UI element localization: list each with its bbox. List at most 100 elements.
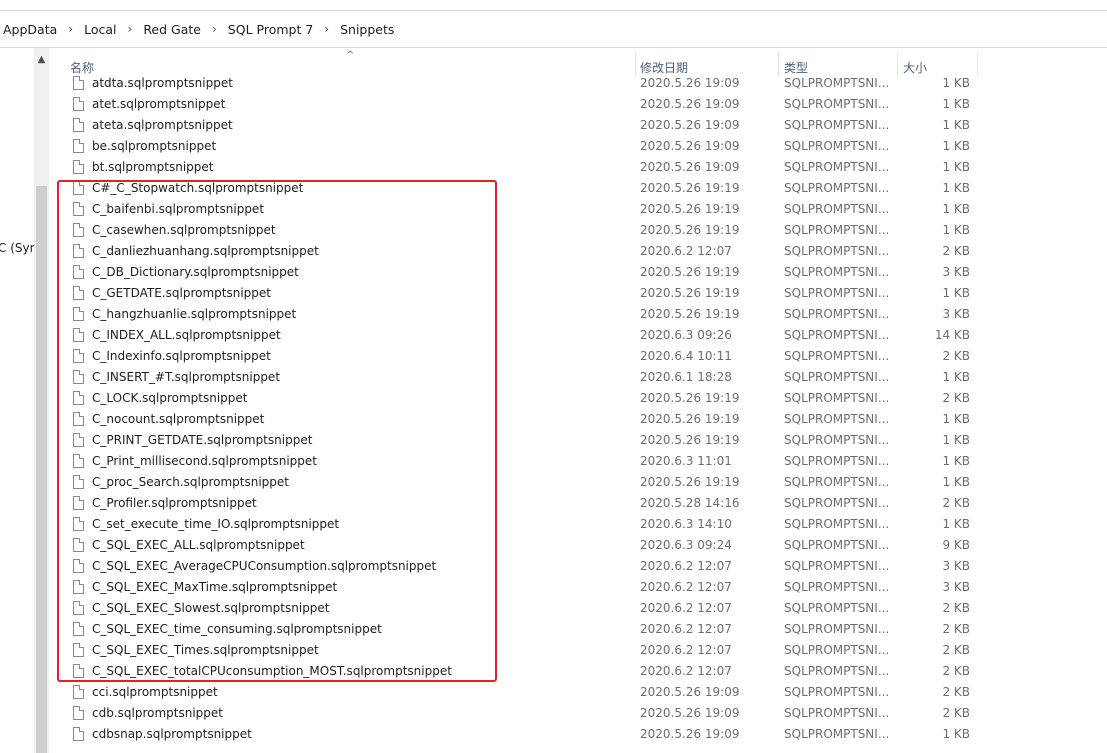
file-size: 1 KB [942, 97, 970, 111]
file-row[interactable]: ateta.sqlpromptsnippet 2020.5.26 19:09 SQL… [52, 115, 1107, 136]
file-row[interactable]: C_proc_Search.sqlpromptsnippet 2020.5.26 … [52, 472, 1107, 493]
file-name: C_nocount.sqlpromptsnippet [92, 412, 265, 426]
file-size: 1 KB [942, 370, 970, 384]
breadcrumb-local[interactable]: Local [84, 22, 116, 37]
file-row[interactable]: C_Profiler.sqlpromptsnippet 2020.5.28 14:… [52, 493, 1107, 514]
file-name: atdta.sqlpromptsnippet [92, 76, 233, 90]
file-type: SQLPROMPTSNI... [784, 307, 890, 321]
file-modified-date: 2020.5.26 19:19 [640, 223, 740, 237]
file-name: C_set_execute_time_IO.sqlpromptsnippet [92, 517, 340, 531]
file-icon [73, 412, 84, 426]
file-size: 1 KB [942, 412, 970, 426]
file-row[interactable]: C_INSERT_#T.sqlpromptsnippet 2020.6.1 18:… [52, 367, 1107, 388]
address-bar[interactable]: AppData › Local › Red Gate › SQL Prompt … [0, 10, 1107, 48]
file-icon [73, 160, 84, 174]
breadcrumb-chevron-icon[interactable]: › [68, 22, 73, 36]
breadcrumb-chevron-icon[interactable]: › [128, 22, 133, 36]
file-size: 1 KB [942, 160, 970, 174]
file-type: SQLPROMPTSNI... [784, 412, 890, 426]
file-type: SQLPROMPTSNI... [784, 727, 890, 741]
file-row[interactable]: C_GETDATE.sqlpromptsnippet 2020.5.26 19:1… [52, 283, 1107, 304]
file-icon [73, 349, 84, 363]
file-type: SQLPROMPTSNI... [784, 643, 890, 657]
file-type: SQLPROMPTSNI... [784, 517, 890, 531]
file-icon [73, 601, 84, 615]
file-modified-date: 2020.5.26 19:19 [640, 391, 740, 405]
file-row[interactable]: C_casewhen.sqlpromptsnippet 2020.5.26 19:… [52, 220, 1107, 241]
file-size: 2 KB [942, 349, 970, 363]
file-row[interactable]: cdbsnap.sqlpromptsnippet 2020.5.26 19:09 S… [52, 724, 1107, 745]
file-name: C_SQL_EXEC_ALL.sqlpromptsnippet [92, 538, 305, 552]
file-modified-date: 2020.5.26 19:19 [640, 307, 740, 321]
file-row[interactable]: C_LOCK.sqlpromptsnippet 2020.5.26 19:19 SQ… [52, 388, 1107, 409]
file-row[interactable]: C_SQL_EXEC_Times.sqlpromptsnippet 2020.6.… [52, 640, 1107, 661]
file-row[interactable]: C_SQL_EXEC_ALL.sqlpromptsnippet 2020.6.3 … [52, 535, 1107, 556]
breadcrumb-appdata[interactable]: AppData [3, 22, 57, 37]
file-row[interactable]: C_SQL_EXEC_Slowest.sqlpromptsnippet 2020.… [52, 598, 1107, 619]
file-icon [73, 475, 84, 489]
file-row[interactable]: C_SQL_EXEC_totalCPUconsumption_MOST.sqlp… [52, 661, 1107, 682]
file-type: SQLPROMPTSNI... [784, 244, 890, 258]
file-type: SQLPROMPTSNI... [784, 622, 890, 636]
file-name: C_proc_Search.sqlpromptsnippet [92, 475, 290, 489]
file-icon [73, 139, 84, 153]
file-row[interactable]: be.sqlpromptsnippet 2020.5.26 19:09 SQLPRO… [52, 136, 1107, 157]
file-row[interactable]: atet.sqlpromptsnippet 2020.5.26 19:09 SQLP… [52, 94, 1107, 115]
file-type: SQLPROMPTSNI... [784, 118, 890, 132]
file-list: atdta.sqlpromptsnippet 2020.5.26 19:09 SQL… [52, 73, 1107, 753]
file-row[interactable]: C_SQL_EXEC_MaxTime.sqlpromptsnippet 2020.… [52, 577, 1107, 598]
file-size: 1 KB [942, 517, 970, 531]
nav-scrollbar-thumb[interactable] [36, 186, 47, 753]
file-icon [73, 559, 84, 573]
file-name: C_SQL_EXEC_AverageCPUConsumption.sqlprom… [92, 559, 437, 573]
file-size: 2 KB [942, 706, 970, 720]
file-row[interactable]: C_danliezhuanhang.sqlpromptsnippet 2020.6… [52, 241, 1107, 262]
file-name: C_Profiler.sqlpromptsnippet [92, 496, 257, 510]
file-row[interactable]: C_SQL_EXEC_time_consuming.sqlpromptsnipp… [52, 619, 1107, 640]
file-row[interactable]: C_baifenbi.sqlpromptsnippet 2020.5.26 19:… [52, 199, 1107, 220]
breadcrumb-red-gate[interactable]: Red Gate [143, 22, 201, 37]
file-type: SQLPROMPTSNI... [784, 664, 890, 678]
breadcrumb-sql-prompt-7[interactable]: SQL Prompt 7 [228, 22, 313, 37]
file-size: 1 KB [942, 286, 970, 300]
file-row[interactable]: C_INDEX_ALL.sqlpromptsnippet 2020.6.3 09:… [52, 325, 1107, 346]
file-icon [73, 433, 84, 447]
file-icon [73, 496, 84, 510]
file-row[interactable]: C#_C_Stopwatch.sqlpromptsnippet 2020.5.26… [52, 178, 1107, 199]
file-name: C_SQL_EXEC_Times.sqlpromptsnippet [92, 643, 319, 657]
file-size: 1 KB [942, 727, 970, 741]
file-type: SQLPROMPTSNI... [784, 391, 890, 405]
file-row[interactable]: C_SQL_EXEC_AverageCPUConsumption.sqlprom… [52, 556, 1107, 577]
file-modified-date: 2020.5.26 19:09 [640, 139, 740, 153]
file-type: SQLPROMPTSNI... [784, 223, 890, 237]
file-type: SQLPROMPTSNI... [784, 496, 890, 510]
scroll-up-arrow-icon[interactable]: ▲ [34, 53, 49, 67]
file-modified-date: 2020.5.26 19:09 [640, 685, 740, 699]
breadcrumb-snippets[interactable]: Snippets [340, 22, 394, 37]
file-row[interactable]: C_Indexinfo.sqlpromptsnippet 2020.6.4 10:… [52, 346, 1107, 367]
file-row[interactable]: cdb.sqlpromptsnippet 2020.5.26 19:09 SQLPR… [52, 703, 1107, 724]
breadcrumb-chevron-icon[interactable]: › [212, 22, 217, 36]
file-type: SQLPROMPTSNI... [784, 601, 890, 615]
file-name: ateta.sqlpromptsnippet [92, 118, 233, 132]
file-row[interactable]: C_Print_millisecond.sqlpromptsnippet 2020… [52, 451, 1107, 472]
file-row[interactable]: C_DB_Dictionary.sqlpromptsnippet 2020.5.2… [52, 262, 1107, 283]
file-size: 1 KB [942, 139, 970, 153]
file-name: C_Indexinfo.sqlpromptsnippet [92, 349, 271, 363]
file-modified-date: 2020.5.26 19:09 [640, 118, 740, 132]
file-row[interactable]: C_set_execute_time_IO.sqlpromptsnippet 20… [52, 514, 1107, 535]
file-row[interactable]: atdta.sqlpromptsnippet 2020.5.26 19:09 SQL… [52, 73, 1107, 94]
file-row[interactable]: cci.sqlpromptsnippet 2020.5.26 19:09 SQLPR… [52, 682, 1107, 703]
file-modified-date: 2020.6.2 12:07 [640, 244, 732, 258]
file-name: C_SQL_EXEC_MaxTime.sqlpromptsnippet [92, 580, 338, 594]
nav-scrollbar[interactable]: ▲ [34, 48, 49, 753]
file-row[interactable]: C_hangzhuanlie.sqlpromptsnippet 2020.5.26… [52, 304, 1107, 325]
file-type: SQLPROMPTSNI... [784, 76, 890, 90]
file-name: C_INSERT_#T.sqlpromptsnippet [92, 370, 281, 384]
file-row[interactable]: C_PRINT_GETDATE.sqlpromptsnippet 2020.5.2… [52, 430, 1107, 451]
file-size: 2 KB [942, 664, 970, 678]
file-icon [73, 664, 84, 678]
file-row[interactable]: C_nocount.sqlpromptsnippet 2020.5.26 19:1… [52, 409, 1107, 430]
breadcrumb-chevron-icon[interactable]: › [324, 22, 329, 36]
file-row[interactable]: bt.sqlpromptsnippet 2020.5.26 19:09 SQLPRO… [52, 157, 1107, 178]
